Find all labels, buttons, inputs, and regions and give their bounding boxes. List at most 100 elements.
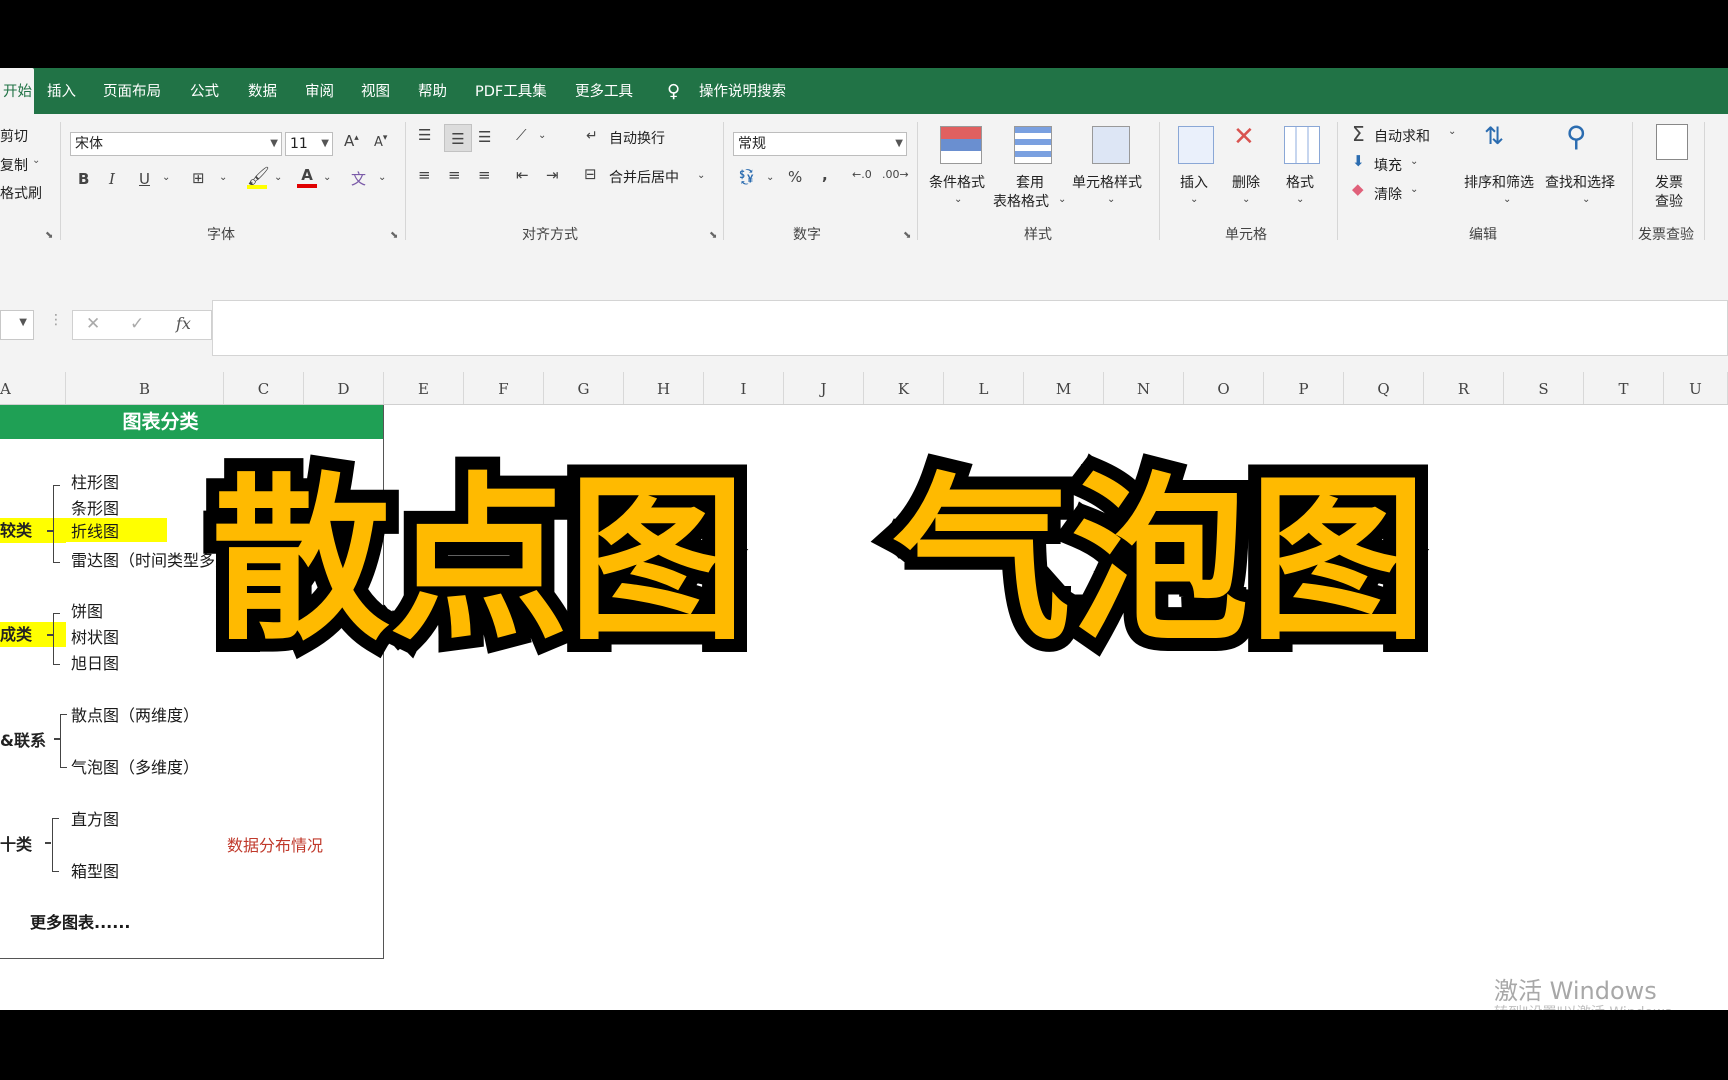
column-header-c[interactable]: C [224, 372, 304, 404]
find-select-button[interactable]: 查找和选择 [1545, 172, 1615, 192]
fill-color-icon[interactable]: 🖌︎ [247, 166, 270, 189]
chevron-down-icon[interactable]: ⌄ [274, 172, 282, 183]
align-top-icon[interactable]: ☰ [418, 126, 431, 144]
tab-data[interactable]: 数据 [248, 68, 277, 114]
name-box[interactable]: ▼ [0, 310, 34, 340]
dialog-launcher-icon[interactable]: ⬊ [45, 230, 53, 241]
column-header-n[interactable]: N [1104, 372, 1184, 404]
column-header-j[interactable]: J [784, 372, 864, 404]
invoice-check-line2[interactable]: 查验 [1655, 191, 1683, 211]
orientation-icon[interactable]: ⟋ [516, 126, 527, 144]
column-header-m[interactable]: M [1024, 372, 1104, 404]
confirm-icon[interactable]: ✓ [130, 314, 144, 334]
conditional-format-button[interactable]: 条件格式 [929, 172, 985, 192]
align-middle-icon[interactable]: ☰ [444, 124, 472, 152]
chevron-down-icon[interactable]: ⌄ [1582, 194, 1590, 205]
comma-button[interactable]: , [822, 166, 828, 184]
tab-page-layout[interactable]: 页面布局 [103, 68, 161, 114]
chevron-down-icon[interactable]: ⌄ [1107, 194, 1115, 205]
column-header-s[interactable]: S [1504, 372, 1584, 404]
increase-decimal-icon[interactable]: ←.0 [852, 168, 872, 181]
wrap-text-button[interactable]: 自动换行 [609, 128, 665, 148]
chevron-down-icon[interactable]: ⌄ [1410, 156, 1418, 167]
tab-home[interactable]: 开始 [0, 68, 34, 114]
autosum-button[interactable]: 自动求和 [1374, 126, 1430, 146]
dialog-launcher-icon[interactable]: ⬊ [709, 230, 717, 241]
column-header-k[interactable]: K [864, 372, 944, 404]
chevron-down-icon[interactable]: ⌄ [954, 194, 962, 205]
chevron-down-icon[interactable]: ⌄ [378, 172, 386, 183]
dialog-launcher-icon[interactable]: ⬊ [903, 230, 911, 241]
font-color-button[interactable]: A [297, 166, 317, 188]
format-cells-button[interactable]: 格式 [1286, 172, 1314, 192]
column-header-p[interactable]: P [1264, 372, 1344, 404]
column-header-d[interactable]: D [304, 372, 384, 404]
column-header-g[interactable]: G [544, 372, 624, 404]
align-bottom-icon[interactable]: ☰ [478, 128, 491, 146]
font-name-combo[interactable]: 宋体 ▼ [70, 132, 282, 156]
chevron-down-icon[interactable]: ⌄ [538, 130, 546, 141]
chevron-down-icon[interactable]: ⌄ [1190, 194, 1198, 205]
tab-insert[interactable]: 插入 [47, 68, 76, 114]
font-size-combo[interactable]: 11 ▼ [285, 132, 333, 156]
chevron-down-icon[interactable]: ⌄ [766, 172, 774, 183]
format-as-table-line2[interactable]: 表格格式 [993, 191, 1049, 211]
column-header-f[interactable]: F [464, 372, 544, 404]
chevron-down-icon[interactable]: ⌄ [323, 172, 331, 183]
column-header-e[interactable]: E [384, 372, 464, 404]
currency-icon[interactable]: 💱︎ [737, 168, 756, 186]
format-painter-button[interactable]: 格式刷 [0, 183, 42, 203]
column-header-l[interactable]: L [944, 372, 1024, 404]
tab-view[interactable]: 视图 [361, 68, 390, 114]
delete-cells-icon[interactable]: ✕ [1233, 122, 1255, 152]
align-left-icon[interactable]: ≡ [418, 166, 431, 184]
italic-button[interactable]: I [109, 170, 115, 188]
chevron-down-icon[interactable]: ⌄ [1448, 126, 1456, 137]
tab-more-tools[interactable]: 更多工具 [575, 68, 633, 114]
chevron-down-icon[interactable]: ⌄ [697, 170, 705, 181]
column-header-b[interactable]: B [66, 372, 224, 404]
chevron-down-icon[interactable]: ⌄ [1296, 194, 1304, 205]
formula-input[interactable] [212, 300, 1728, 356]
tab-review[interactable]: 审阅 [305, 68, 334, 114]
chevron-down-icon[interactable]: ⌄ [1242, 194, 1250, 205]
tab-pdf-tools[interactable]: PDF工具集 [475, 68, 547, 114]
dialog-launcher-icon[interactable]: ⬊ [390, 230, 398, 241]
format-as-table-icon[interactable] [1014, 126, 1052, 164]
align-center-icon[interactable]: ≡ [448, 166, 461, 184]
chevron-down-icon[interactable]: ⌄ [1058, 194, 1066, 205]
fill-button[interactable]: 填充 [1374, 155, 1402, 175]
insert-cells-icon[interactable] [1178, 126, 1214, 164]
magnifier-icon[interactable]: ⚲ [1566, 120, 1587, 153]
format-cells-icon[interactable] [1284, 126, 1320, 164]
increase-indent-icon[interactable]: ⇥ [546, 166, 559, 184]
bold-button[interactable]: B [78, 170, 89, 188]
chevron-down-icon[interactable]: ⌄ [1410, 184, 1418, 195]
insert-cells-button[interactable]: 插入 [1180, 172, 1208, 192]
chevron-down-icon[interactable]: ⌄ [32, 155, 40, 166]
percent-button[interactable]: % [788, 168, 802, 186]
column-header-h[interactable]: H [624, 372, 704, 404]
align-right-icon[interactable]: ≡ [478, 166, 491, 184]
invoice-check-line1[interactable]: 发票 [1655, 172, 1683, 192]
tell-me-search[interactable]: 操作说明搜索 [699, 68, 786, 114]
tab-help[interactable]: 帮助 [418, 68, 447, 114]
border-icon[interactable]: ⊞ [192, 169, 205, 187]
chevron-down-icon[interactable]: ⌄ [1503, 194, 1511, 205]
cell-styles-icon[interactable] [1092, 126, 1130, 164]
underline-button[interactable]: U [139, 170, 150, 188]
conditional-format-icon[interactable] [940, 126, 982, 164]
column-header-u[interactable]: U [1664, 372, 1728, 404]
grow-font-button[interactable]: A▴ [344, 132, 359, 150]
decrease-indent-icon[interactable]: ⇤ [516, 166, 529, 184]
phonetic-icon[interactable]: 文 [351, 168, 366, 189]
chevron-down-icon[interactable]: ⌄ [162, 172, 170, 183]
sort-filter-icon[interactable]: ⇅ [1484, 122, 1504, 150]
chevron-down-icon[interactable]: ⌄ [219, 172, 227, 183]
sort-filter-button[interactable]: 排序和筛选 [1464, 172, 1534, 192]
number-format-combo[interactable]: 常规 ▼ [733, 132, 907, 156]
column-header-i[interactable]: I [704, 372, 784, 404]
column-header-a[interactable]: A [0, 372, 66, 404]
column-header-t[interactable]: T [1584, 372, 1664, 404]
column-header-r[interactable]: R [1424, 372, 1504, 404]
